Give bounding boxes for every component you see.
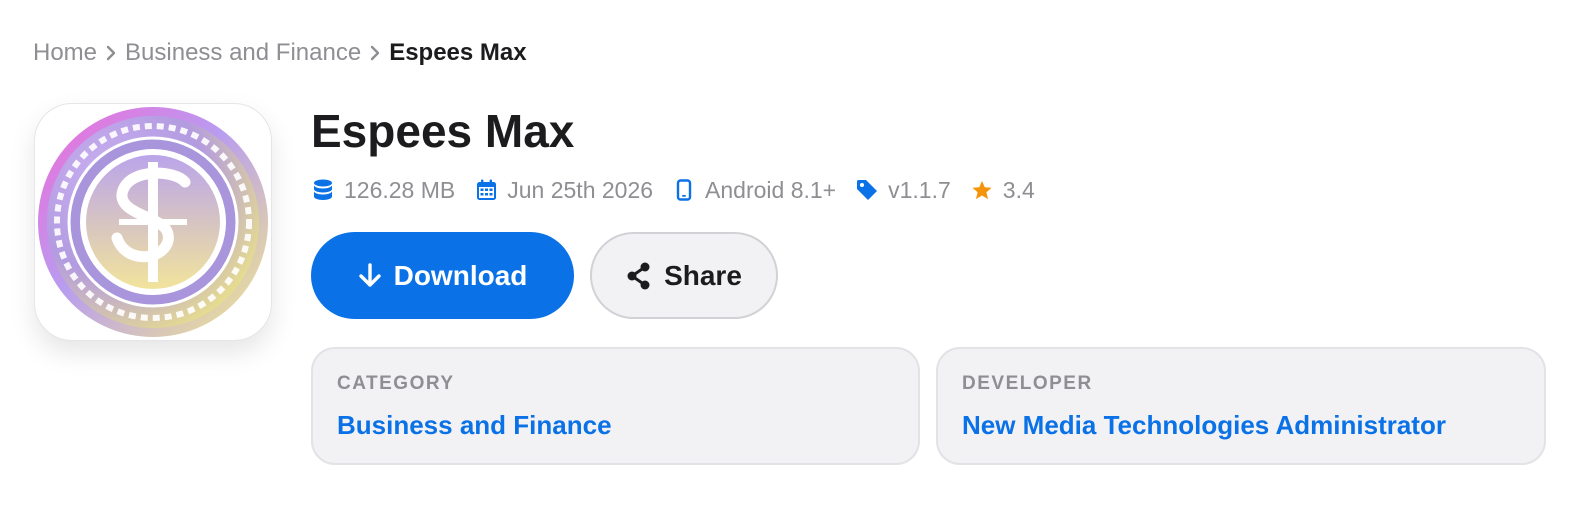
developer-link[interactable]: New Media Technologies Administrator [962, 409, 1446, 441]
share-button[interactable]: Share [590, 232, 778, 319]
arrow-down-icon [358, 262, 382, 289]
share-icon [626, 262, 652, 290]
breadcrumb-home[interactable]: Home [33, 38, 97, 68]
breadcrumb-category[interactable]: Business and Finance [125, 38, 361, 68]
app-title: Espees Max [311, 105, 575, 157]
meta-android-value: Android 8.1+ [705, 176, 837, 203]
app-meta: 126.28 MB Jun 25th 2026 Android 8.1+ v1.… [312, 174, 1055, 206]
meta-size-value: 126.28 MB [344, 176, 456, 203]
star-icon [971, 179, 993, 201]
meta-rating-value: 3.4 [1002, 176, 1035, 203]
meta-date-value: Jun 25th 2026 [507, 176, 654, 203]
tag-icon [856, 179, 878, 201]
download-button[interactable]: Download [311, 232, 574, 319]
developer-label: DEVELOPER [962, 373, 1093, 394]
share-label: Share [664, 259, 742, 291]
calendar-icon [475, 179, 497, 201]
meta-size: 126.28 MB [312, 177, 455, 204]
database-icon [312, 179, 334, 201]
phone-icon [673, 179, 695, 201]
breadcrumb-current: Espees Max [389, 39, 527, 66]
app-icon [34, 103, 272, 341]
breadcrumb: Home Business and Finance Espees Max [33, 38, 527, 68]
meta-android: Android 8.1+ [673, 177, 836, 204]
category-label: CATEGORY [337, 373, 455, 394]
meta-date: Jun 25th 2026 [475, 177, 653, 204]
category-card: CATEGORY Business and Finance [311, 347, 920, 465]
chevron-right-icon [361, 44, 389, 62]
category-link[interactable]: Business and Finance [337, 409, 612, 441]
meta-version: v1.1.7 [856, 177, 951, 204]
chevron-right-icon [97, 44, 125, 62]
espees-coin-logo [38, 107, 268, 337]
meta-version-value: v1.1.7 [888, 176, 951, 203]
developer-card: DEVELOPER New Media Technologies Adminis… [936, 347, 1546, 465]
download-label: Download [393, 259, 528, 291]
meta-rating: 3.4 [971, 177, 1035, 204]
